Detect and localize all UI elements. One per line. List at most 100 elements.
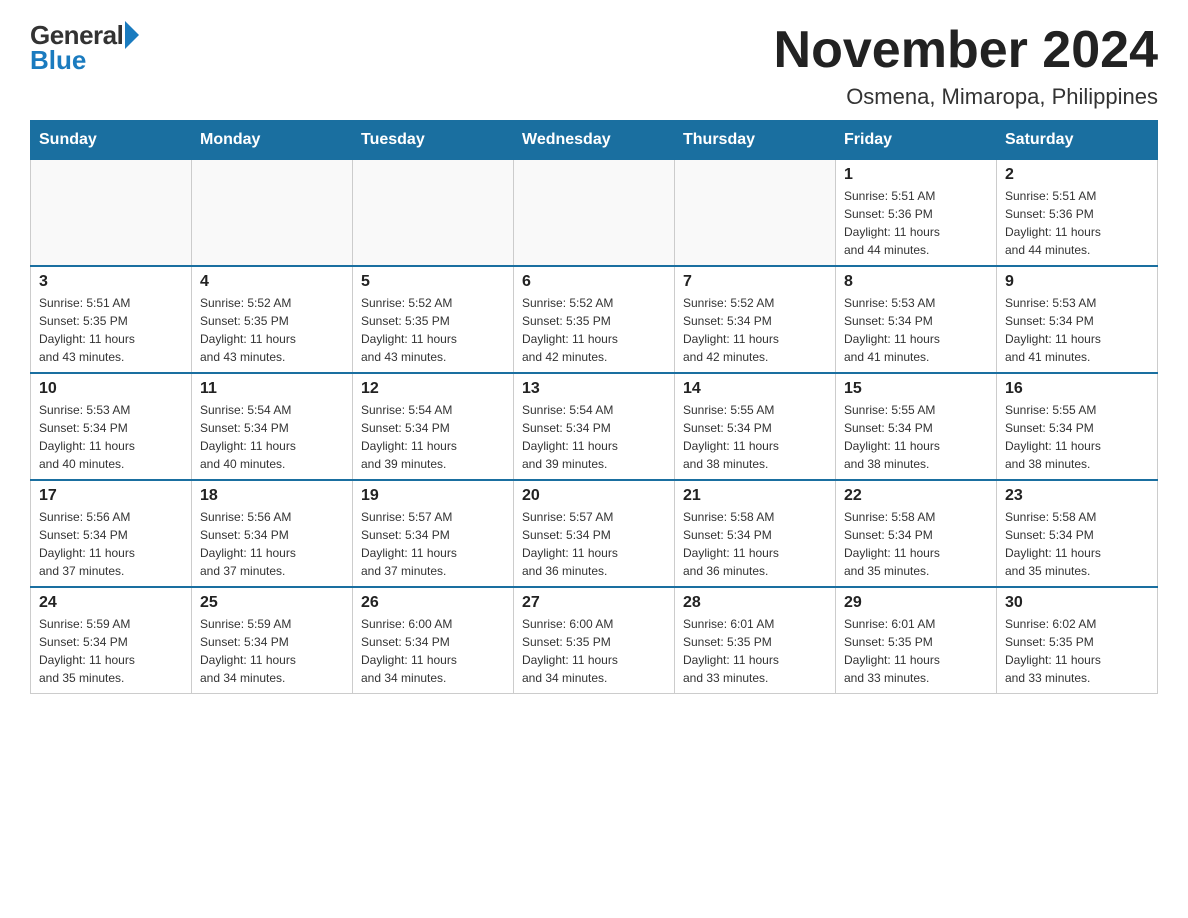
calendar-cell: 22 Sunrise: 5:58 AM Sunset: 5:34 PM Dayli… — [836, 480, 997, 587]
title-section: November 2024 Osmena, Mimaropa, Philippi… — [774, 20, 1158, 110]
day-info: Sunrise: 5:51 AM Sunset: 5:36 PM Dayligh… — [844, 187, 988, 259]
calendar-week-row: 17 Sunrise: 5:56 AM Sunset: 5:34 PM Dayli… — [31, 480, 1158, 587]
day-info: Sunrise: 6:01 AM Sunset: 5:35 PM Dayligh… — [844, 615, 988, 687]
calendar-header-friday: Friday — [836, 121, 997, 160]
calendar-cell: 11 Sunrise: 5:54 AM Sunset: 5:34 PM Dayli… — [192, 373, 353, 480]
calendar-cell: 16Sunrise: 5:55 AM Sunset: 5:34 PM Dayli… — [997, 373, 1158, 480]
day-info: Sunrise: 5:53 AM Sunset: 5:34 PM Dayligh… — [844, 294, 988, 366]
day-info: Sunrise: 5:52 AM Sunset: 5:35 PM Dayligh… — [200, 294, 344, 366]
day-number: 16 — [1005, 380, 1149, 398]
calendar-cell: 23Sunrise: 5:58 AM Sunset: 5:34 PM Dayli… — [997, 480, 1158, 587]
calendar-cell: 26 Sunrise: 6:00 AM Sunset: 5:34 PM Dayli… — [353, 587, 514, 694]
day-number: 27 — [522, 594, 666, 612]
calendar-cell: 5Sunrise: 5:52 AM Sunset: 5:35 PM Daylig… — [353, 266, 514, 373]
calendar-header-wednesday: Wednesday — [514, 121, 675, 160]
day-info: Sunrise: 5:58 AM Sunset: 5:34 PM Dayligh… — [683, 508, 827, 580]
calendar-header-sunday: Sunday — [31, 121, 192, 160]
day-info: Sunrise: 5:52 AM Sunset: 5:35 PM Dayligh… — [522, 294, 666, 366]
day-info: Sunrise: 5:51 AM Sunset: 5:35 PM Dayligh… — [39, 294, 183, 366]
day-number: 22 — [844, 487, 988, 505]
calendar-cell — [514, 160, 675, 267]
day-info: Sunrise: 6:00 AM Sunset: 5:35 PM Dayligh… — [522, 615, 666, 687]
calendar-cell: 7Sunrise: 5:52 AM Sunset: 5:34 PM Daylig… — [675, 266, 836, 373]
calendar-header-monday: Monday — [192, 121, 353, 160]
location-title: Osmena, Mimaropa, Philippines — [774, 84, 1158, 110]
day-number: 25 — [200, 594, 344, 612]
calendar-cell — [31, 160, 192, 267]
calendar-cell: 20 Sunrise: 5:57 AM Sunset: 5:34 PM Dayli… — [514, 480, 675, 587]
calendar-cell: 6 Sunrise: 5:52 AM Sunset: 5:35 PM Daylig… — [514, 266, 675, 373]
logo-blue-text: Blue — [30, 45, 86, 76]
day-info: Sunrise: 5:51 AM Sunset: 5:36 PM Dayligh… — [1005, 187, 1149, 259]
day-info: Sunrise: 5:53 AM Sunset: 5:34 PM Dayligh… — [39, 401, 183, 473]
calendar-week-row: 10 Sunrise: 5:53 AM Sunset: 5:34 PM Dayli… — [31, 373, 1158, 480]
calendar-week-row: 1 Sunrise: 5:51 AM Sunset: 5:36 PM Daylig… — [31, 160, 1158, 267]
calendar-cell: 19 Sunrise: 5:57 AM Sunset: 5:34 PM Dayli… — [353, 480, 514, 587]
calendar-cell: 1 Sunrise: 5:51 AM Sunset: 5:36 PM Daylig… — [836, 160, 997, 267]
calendar-cell: 9 Sunrise: 5:53 AM Sunset: 5:34 PM Daylig… — [997, 266, 1158, 373]
day-number: 19 — [361, 487, 505, 505]
calendar-cell: 14Sunrise: 5:55 AM Sunset: 5:34 PM Dayli… — [675, 373, 836, 480]
day-info: Sunrise: 5:54 AM Sunset: 5:34 PM Dayligh… — [200, 401, 344, 473]
day-number: 9 — [1005, 273, 1149, 291]
calendar-cell: 30 Sunrise: 6:02 AM Sunset: 5:35 PM Dayli… — [997, 587, 1158, 694]
month-title: November 2024 — [774, 20, 1158, 80]
logo: General Blue — [30, 20, 139, 76]
day-number: 6 — [522, 273, 666, 291]
day-number: 29 — [844, 594, 988, 612]
day-info: Sunrise: 5:57 AM Sunset: 5:34 PM Dayligh… — [361, 508, 505, 580]
calendar-week-row: 24 Sunrise: 5:59 AM Sunset: 5:34 PM Dayli… — [31, 587, 1158, 694]
day-number: 13 — [522, 380, 666, 398]
day-number: 30 — [1005, 594, 1149, 612]
calendar-cell: 10 Sunrise: 5:53 AM Sunset: 5:34 PM Dayli… — [31, 373, 192, 480]
calendar-header-row: SundayMondayTuesdayWednesdayThursdayFrid… — [31, 121, 1158, 160]
logo-triangle-icon — [125, 21, 139, 49]
day-info: Sunrise: 5:56 AM Sunset: 5:34 PM Dayligh… — [200, 508, 344, 580]
day-number: 11 — [200, 380, 344, 398]
day-number: 2 — [1005, 166, 1149, 184]
day-info: Sunrise: 5:55 AM Sunset: 5:34 PM Dayligh… — [844, 401, 988, 473]
calendar-week-row: 3 Sunrise: 5:51 AM Sunset: 5:35 PM Daylig… — [31, 266, 1158, 373]
day-info: Sunrise: 6:01 AM Sunset: 5:35 PM Dayligh… — [683, 615, 827, 687]
calendar-cell: 24 Sunrise: 5:59 AM Sunset: 5:34 PM Dayli… — [31, 587, 192, 694]
day-info: Sunrise: 5:56 AM Sunset: 5:34 PM Dayligh… — [39, 508, 183, 580]
calendar-cell: 3 Sunrise: 5:51 AM Sunset: 5:35 PM Daylig… — [31, 266, 192, 373]
calendar-cell: 4 Sunrise: 5:52 AM Sunset: 5:35 PM Daylig… — [192, 266, 353, 373]
day-number: 12 — [361, 380, 505, 398]
day-info: Sunrise: 5:55 AM Sunset: 5:34 PM Dayligh… — [683, 401, 827, 473]
day-number: 20 — [522, 487, 666, 505]
day-number: 26 — [361, 594, 505, 612]
calendar-cell: 17 Sunrise: 5:56 AM Sunset: 5:34 PM Dayli… — [31, 480, 192, 587]
day-number: 3 — [39, 273, 183, 291]
day-info: Sunrise: 5:52 AM Sunset: 5:35 PM Dayligh… — [361, 294, 505, 366]
day-number: 28 — [683, 594, 827, 612]
day-info: Sunrise: 5:58 AM Sunset: 5:34 PM Dayligh… — [844, 508, 988, 580]
page-header: General Blue November 2024 Osmena, Mimar… — [30, 20, 1158, 110]
day-info: Sunrise: 5:53 AM Sunset: 5:34 PM Dayligh… — [1005, 294, 1149, 366]
day-info: Sunrise: 6:00 AM Sunset: 5:34 PM Dayligh… — [361, 615, 505, 687]
day-info: Sunrise: 5:52 AM Sunset: 5:34 PM Dayligh… — [683, 294, 827, 366]
day-info: Sunrise: 5:57 AM Sunset: 5:34 PM Dayligh… — [522, 508, 666, 580]
calendar-cell — [353, 160, 514, 267]
day-number: 21 — [683, 487, 827, 505]
day-info: Sunrise: 5:54 AM Sunset: 5:34 PM Dayligh… — [361, 401, 505, 473]
calendar-cell: 18 Sunrise: 5:56 AM Sunset: 5:34 PM Dayli… — [192, 480, 353, 587]
calendar-header-saturday: Saturday — [997, 121, 1158, 160]
calendar-cell — [675, 160, 836, 267]
calendar-cell: 28 Sunrise: 6:01 AM Sunset: 5:35 PM Dayli… — [675, 587, 836, 694]
day-number: 17 — [39, 487, 183, 505]
day-info: Sunrise: 6:02 AM Sunset: 5:35 PM Dayligh… — [1005, 615, 1149, 687]
day-number: 10 — [39, 380, 183, 398]
calendar-header-tuesday: Tuesday — [353, 121, 514, 160]
day-number: 1 — [844, 166, 988, 184]
day-info: Sunrise: 5:54 AM Sunset: 5:34 PM Dayligh… — [522, 401, 666, 473]
day-number: 4 — [200, 273, 344, 291]
day-number: 24 — [39, 594, 183, 612]
calendar-cell: 2 Sunrise: 5:51 AM Sunset: 5:36 PM Daylig… — [997, 160, 1158, 267]
calendar-cell: 12 Sunrise: 5:54 AM Sunset: 5:34 PM Dayli… — [353, 373, 514, 480]
day-info: Sunrise: 5:58 AM Sunset: 5:34 PM Dayligh… — [1005, 508, 1149, 580]
calendar-cell: 21 Sunrise: 5:58 AM Sunset: 5:34 PM Dayli… — [675, 480, 836, 587]
calendar-cell: 25Sunrise: 5:59 AM Sunset: 5:34 PM Dayli… — [192, 587, 353, 694]
day-number: 18 — [200, 487, 344, 505]
day-info: Sunrise: 5:59 AM Sunset: 5:34 PM Dayligh… — [39, 615, 183, 687]
